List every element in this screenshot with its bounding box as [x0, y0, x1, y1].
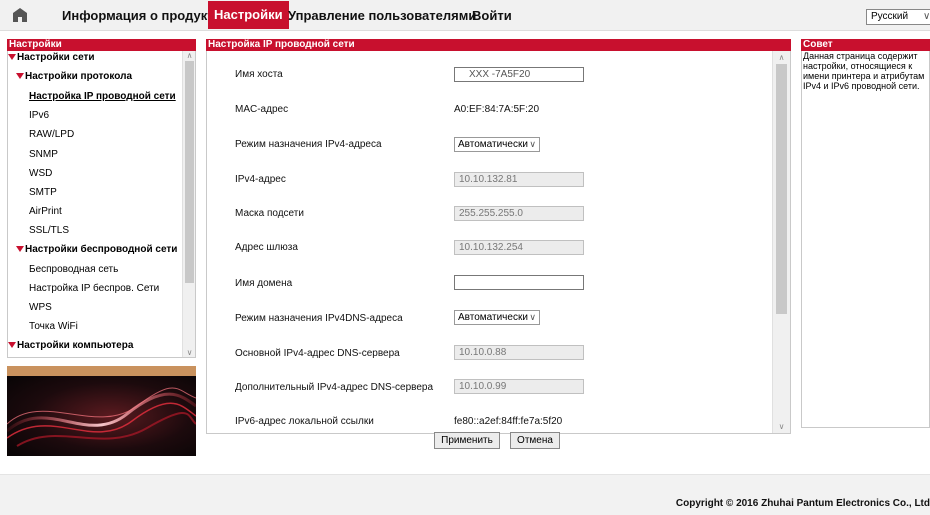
abstract-wave-image: [7, 376, 196, 456]
ipv4-dns-mode-label: Режим назначения IPv4DNS-адреса: [235, 313, 403, 324]
tree-item-smtp[interactable]: SMTP: [29, 187, 57, 199]
copyright-text: Copyright © 2016 Zhuhai Pantum Electroni…: [675, 498, 930, 509]
decorative-banner: [7, 366, 196, 456]
tree-item-wifi-hotspot[interactable]: Точка WiFi: [29, 321, 78, 333]
tree-item-computer-settings[interactable]: Настройки компьютера: [8, 340, 133, 352]
primary-dns-label: Основной IPv4-адрес DNS-сервера: [235, 348, 400, 359]
expand-triangle-icon: [16, 246, 24, 253]
expand-triangle-icon: [16, 73, 24, 80]
sidebar-title: Настройки: [7, 39, 196, 51]
tree-item-raw-lpd[interactable]: RAW/LPD: [29, 129, 74, 141]
gateway-label: Адрес шлюза: [235, 242, 298, 253]
sidebar-tree: Настройки сети Настройки протокола Настр…: [7, 51, 196, 358]
tree-item-ipv6[interactable]: IPv6: [29, 110, 49, 122]
ipv6-link-local-value: fe80::a2ef:84ff:fe7a:5f20: [454, 416, 563, 427]
tree-item-protocol-settings[interactable]: Настройки протокола: [16, 71, 132, 83]
ipv4-assign-mode-value: Автоматически: [458, 139, 528, 150]
main-panel-title: Настройка IP проводной сети: [206, 39, 791, 51]
tree-item-wsd[interactable]: WSD: [29, 168, 52, 180]
tree-item-wps[interactable]: WPS: [29, 302, 52, 314]
tree-item-airprint[interactable]: AirPrint: [29, 206, 62, 218]
scroll-up-icon[interactable]: ∧: [773, 53, 790, 63]
cancel-button[interactable]: Отмена: [510, 432, 560, 449]
tip-panel: Данная страница содержит настройки, отно…: [801, 51, 930, 428]
footer: Copyright © 2016 Zhuhai Pantum Electroni…: [0, 474, 930, 515]
hostname-input[interactable]: XXX -7A5F20: [454, 67, 584, 82]
ipv6-link-local-label: IPv6-адрес локальной ссылки: [235, 416, 374, 427]
ipv4-dns-mode-value: Автоматически: [458, 312, 528, 323]
tree-item-label: Настройки протокола: [25, 71, 133, 82]
apply-button[interactable]: Применить: [434, 432, 500, 449]
chevron-down-icon: ∨: [529, 312, 536, 322]
language-select[interactable]: Русский ∨: [866, 9, 930, 25]
tree-item-label: Настройки компьютера: [17, 340, 134, 351]
top-navigation-bar: Информация о продукте Настройки Управлен…: [0, 0, 930, 31]
subnet-mask-input[interactable]: 255.255.255.0: [454, 206, 584, 221]
tree-item-label: Настройки сети: [17, 52, 95, 63]
main-scroll-thumb[interactable]: [776, 64, 787, 314]
nav-login[interactable]: Войти: [472, 0, 512, 31]
chevron-down-icon: ∨: [529, 139, 536, 149]
ipv4-assign-mode-select[interactable]: Автоматически ∨: [454, 137, 540, 152]
tree-item-wired-ip[interactable]: Настройка IP проводной сети: [29, 91, 176, 103]
tip-text: Данная страница содержит настройки, отно…: [803, 51, 925, 91]
expand-triangle-icon: [8, 54, 16, 61]
ipv4-assign-mode-label: Режим назначения IPv4-адреса: [235, 139, 382, 150]
domain-name-label: Имя домена: [235, 278, 293, 289]
sidebar-scroll-thumb[interactable]: [185, 61, 194, 283]
tip-title: Совет: [801, 39, 930, 51]
subnet-mask-label: Маска подсети: [235, 208, 304, 219]
language-value: Русский: [871, 11, 909, 22]
tree-item-wireless-ip[interactable]: Настройка IP беспров. Сети: [29, 283, 159, 295]
ipv4-address-label: IPv4-адрес: [235, 174, 286, 185]
tree-item-label: Настройки беспроводной сети: [25, 244, 178, 255]
secondary-dns-label: Дополнительный IPv4-адрес DNS-сервера: [235, 382, 434, 393]
scroll-down-icon[interactable]: ∨: [183, 348, 195, 357]
tree-item-wireless-settings[interactable]: Настройки беспроводной сети: [16, 244, 177, 256]
tree-item-snmp[interactable]: SNMP: [29, 149, 58, 161]
wired-ip-settings-form: Имя хоста XXX -7A5F20 MAC-адрес A0:EF:84…: [206, 51, 791, 434]
chevron-down-icon: ∨: [923, 11, 930, 22]
tree-item-wireless-network[interactable]: Беспроводная сеть: [29, 264, 118, 276]
sidebar-scrollbar[interactable]: ∧ ∨: [182, 51, 195, 357]
secondary-dns-input[interactable]: 10.10.0.99: [454, 379, 584, 394]
ipv4-address-input[interactable]: 10.10.132.81: [454, 172, 584, 187]
hostname-label: Имя хоста: [235, 69, 283, 80]
mac-address-label: MAC-адрес: [235, 104, 289, 115]
tree-item-network-settings[interactable]: Настройки сети: [8, 52, 95, 64]
domain-name-input[interactable]: [454, 275, 584, 290]
banner-stripe: [7, 366, 196, 376]
nav-settings[interactable]: Настройки: [208, 1, 289, 29]
home-icon[interactable]: [12, 7, 28, 23]
scroll-down-icon[interactable]: ∨: [773, 422, 790, 432]
tree-item-ssl-tls[interactable]: SSL/TLS: [29, 225, 69, 237]
mac-address-value: A0:EF:84:7A:5F:20: [454, 104, 540, 115]
gateway-input[interactable]: 10.10.132.254: [454, 240, 584, 255]
primary-dns-input[interactable]: 10.10.0.88: [454, 345, 584, 360]
ipv4-dns-mode-select[interactable]: Автоматически ∨: [454, 310, 540, 325]
expand-triangle-icon: [8, 342, 16, 349]
nav-user-management[interactable]: Управление пользователями: [288, 0, 476, 31]
main-scrollbar[interactable]: ∧ ∨: [772, 51, 790, 433]
scroll-up-icon[interactable]: ∧: [183, 51, 195, 61]
nav-product-info[interactable]: Информация о продукте: [62, 0, 221, 31]
